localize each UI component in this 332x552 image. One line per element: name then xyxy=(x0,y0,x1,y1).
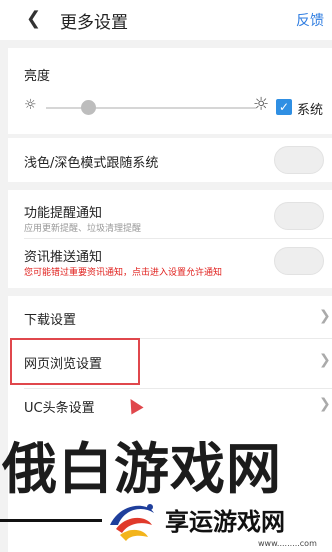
function-reminder-label: 功能提醒通知 xyxy=(24,206,103,221)
function-reminder-toggle[interactable] xyxy=(274,202,324,230)
brightness-slider-thumb[interactable] xyxy=(80,100,96,115)
logo-swirl-icon xyxy=(110,504,154,541)
chevron-right-icon: ❯ xyxy=(319,308,331,324)
back-chevron-icon[interactable]: ❮ xyxy=(26,8,41,29)
dark-mode-card: 浅色/深色模式跟随系统 xyxy=(8,138,332,182)
page-title: 更多设置 xyxy=(60,13,128,33)
sun-large-icon: ☼ xyxy=(253,94,270,115)
news-push-warning[interactable]: 您可能错过重要资讯通知，点击进入设置允许通知 xyxy=(24,265,222,278)
annotation-highlight-box xyxy=(10,338,140,385)
logo-line xyxy=(0,519,102,522)
dark-mode-label: 浅色/深色模式跟随系统 xyxy=(24,156,159,171)
logo-url: www.........com xyxy=(258,539,317,548)
watermark-title: 俄白游戏网 xyxy=(2,436,283,501)
brightness-label: 亮度 xyxy=(24,69,51,84)
chevron-right-icon: ❯ xyxy=(319,352,331,368)
feedback-link[interactable]: 反馈 xyxy=(296,10,324,30)
divider xyxy=(24,238,332,239)
follow-system-label: 系统 xyxy=(297,103,324,118)
menu-item-download-label: 下载设置 xyxy=(24,313,77,328)
news-push-toggle[interactable] xyxy=(274,247,324,275)
function-reminder-sub: 应用更新提醒、垃圾清理提醒 xyxy=(24,224,142,234)
sun-small-icon: ☼ xyxy=(24,97,37,113)
notifications-card: 功能提醒通知 应用更新提醒、垃圾清理提醒 资讯推送通知 您可能错过重要资讯通知，… xyxy=(8,190,332,288)
divider xyxy=(24,388,332,389)
dark-mode-toggle[interactable] xyxy=(274,146,324,174)
brightness-card: 亮度 ☼ ☼ ✓ 系统 xyxy=(8,48,332,134)
menu-item-uc-headline-label: UC头条设置 xyxy=(24,401,95,416)
chevron-right-icon: ❯ xyxy=(319,396,331,412)
logo-text: 享运游戏网 xyxy=(165,508,285,536)
top-bar: ❮ 更多设置 反馈 xyxy=(0,0,332,40)
brightness-slider-track[interactable] xyxy=(46,107,256,109)
follow-system-checkbox[interactable]: ✓ xyxy=(276,99,292,115)
watermark-logo: 享运游戏网 www.........com xyxy=(0,495,332,552)
news-push-label: 资讯推送通知 xyxy=(24,250,103,265)
